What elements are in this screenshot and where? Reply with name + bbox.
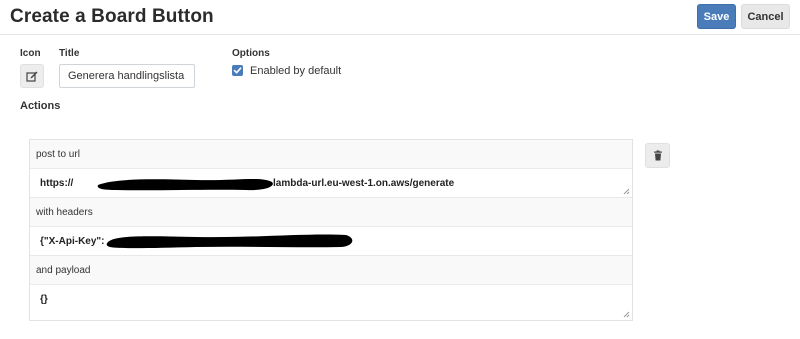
trash-icon xyxy=(653,150,662,161)
resize-grip-icon xyxy=(623,311,630,318)
post-to-url-label: post to url xyxy=(30,140,632,169)
icon-picker-button[interactable] xyxy=(20,64,44,88)
headers-text: {"X-Api-Key": xyxy=(40,236,105,247)
page-header: Create a Board Button Save Cancel xyxy=(0,0,800,35)
actions-label: Actions xyxy=(20,100,61,112)
payload-field[interactable]: {} xyxy=(30,285,632,320)
checkmark-icon xyxy=(233,67,242,74)
title-input[interactable] xyxy=(59,64,195,88)
with-headers-label: with headers xyxy=(30,198,632,227)
enabled-checkbox[interactable] xyxy=(232,65,243,76)
and-payload-label: and payload xyxy=(30,256,632,285)
action-card: post to url https:// lambda-url.eu-west-… xyxy=(29,139,633,321)
delete-action-button[interactable] xyxy=(645,143,670,168)
title-label: Title xyxy=(59,48,80,59)
resize-grip-icon xyxy=(623,188,630,195)
url-prefix-text: https:// xyxy=(40,178,74,189)
redaction-mark xyxy=(106,234,353,249)
url-field[interactable]: https:// lambda-url.eu-west-1.on.aws/gen… xyxy=(30,169,632,198)
cancel-button[interactable]: Cancel xyxy=(741,4,790,29)
icon-label: Icon xyxy=(20,48,41,59)
redaction-mark xyxy=(97,178,273,191)
page-title: Create a Board Button xyxy=(10,6,214,27)
save-button[interactable]: Save xyxy=(697,4,736,29)
enabled-label: Enabled by default xyxy=(250,65,342,77)
payload-text: {} xyxy=(40,294,48,305)
headers-field[interactable]: {"X-Api-Key": xyxy=(30,227,632,256)
options-label: Options xyxy=(232,48,270,59)
url-suffix-text: lambda-url.eu-west-1.on.aws/generate xyxy=(273,178,455,189)
edit-icon xyxy=(26,71,38,82)
